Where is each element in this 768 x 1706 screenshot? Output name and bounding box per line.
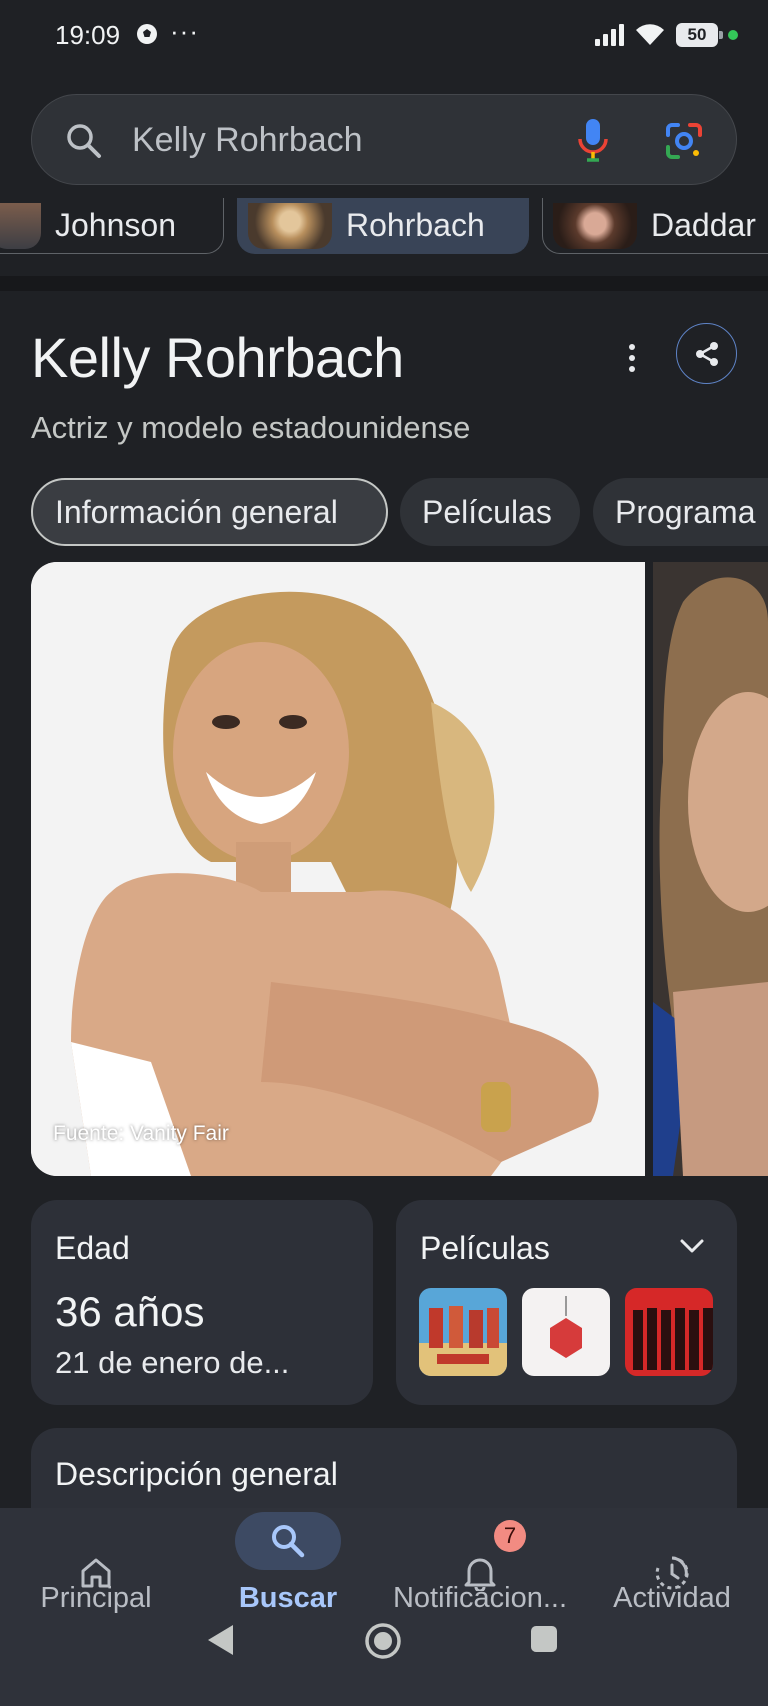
nav-label: Buscar — [238, 1582, 338, 1614]
google-lens-icon[interactable] — [664, 121, 704, 161]
share-button[interactable] — [676, 323, 737, 384]
more-options-icon[interactable] — [620, 340, 644, 376]
related-people-row: Johnson Rohrbach Daddar — [0, 198, 768, 258]
main-photo[interactable]: Fuente: Vanity Fair — [31, 562, 645, 1176]
share-icon — [695, 341, 718, 366]
person-thumbnail — [248, 202, 332, 249]
film-poster-2[interactable] — [522, 1288, 610, 1376]
battery-level: 50 — [687, 25, 707, 44]
related-person-chip[interactable]: Rohrbach — [237, 198, 529, 254]
nav-label: Actividad — [613, 1582, 731, 1614]
movie-poster-image — [419, 1288, 507, 1376]
soccer-ball-icon — [137, 24, 157, 44]
search-icon — [67, 124, 101, 158]
tab-label: Programa — [615, 493, 756, 530]
privacy-indicator-dot — [728, 30, 738, 40]
back-icon[interactable] — [205, 1622, 237, 1658]
portrait-illustration — [653, 562, 768, 1176]
search-bar[interactable]: Kelly Rohrbach — [31, 94, 737, 185]
related-person-name: Johnson — [55, 207, 176, 243]
person-thumbnail — [0, 202, 41, 249]
nav-label: Principal — [40, 1582, 152, 1614]
status-bar: 19:09 ··· 50 — [0, 0, 768, 70]
nav-label: Notificacion... — [392, 1582, 568, 1614]
wifi-icon — [636, 24, 664, 45]
panel-tabs: Información general Películas Programa — [0, 478, 768, 548]
tab-programas[interactable]: Programa — [593, 478, 768, 546]
tab-label: Películas — [422, 493, 552, 530]
related-person-name: Daddar — [651, 207, 756, 243]
age-value: 36 años — [55, 1288, 205, 1335]
portrait-illustration — [31, 562, 645, 1176]
page-subtitle: Actriz y modelo estadounidense — [31, 410, 471, 445]
battery-indicator: 50 — [676, 23, 723, 47]
related-person-chip[interactable]: Daddar — [542, 198, 768, 254]
person-thumbnail — [553, 202, 637, 249]
films-label: Películas — [420, 1230, 550, 1266]
page-title: Kelly Rohrbach — [31, 326, 404, 389]
notification-count-badge: 7 — [494, 1520, 526, 1552]
microphone-icon[interactable] — [577, 117, 609, 163]
nav-actividad[interactable]: Actividad — [576, 1508, 768, 1638]
related-person-chip[interactable]: Johnson — [0, 198, 224, 254]
home-button-icon[interactable] — [364, 1622, 402, 1660]
secondary-photo[interactable] — [653, 562, 768, 1176]
tab-peliculas[interactable]: Películas — [400, 478, 580, 546]
film-poster-baywatch[interactable] — [419, 1288, 507, 1376]
section-divider — [0, 276, 768, 291]
nav-notificaciones[interactable]: 7 Notificacion... — [384, 1508, 576, 1638]
overview-label: Descripción general — [55, 1456, 338, 1492]
status-time: 19:09 — [55, 20, 121, 50]
age-card[interactable]: Edad 36 años 21 de enero de... — [31, 1200, 373, 1405]
image-source-caption: Fuente: Vanity Fair — [53, 1122, 229, 1145]
nav-principal[interactable]: Principal — [0, 1508, 192, 1638]
signal-icon — [595, 24, 624, 46]
age-label: Edad — [55, 1230, 130, 1266]
recent-apps-icon[interactable] — [529, 1624, 559, 1654]
films-card[interactable]: Películas — [396, 1200, 737, 1405]
system-navigation-bar — [0, 1622, 768, 1706]
nav-buscar[interactable]: Buscar — [192, 1508, 384, 1638]
status-overflow: ··· — [170, 16, 199, 46]
related-person-name: Rohrbach — [346, 207, 485, 243]
movie-poster-image — [625, 1288, 713, 1376]
bottom-navigation: Principal Buscar 7 Notificacion... Activ… — [0, 1508, 768, 1706]
search-query[interactable]: Kelly Rohrbach — [132, 121, 363, 160]
google-app-screen: 19:09 ··· 50 Kelly Rohrbach Johnson Rohr… — [0, 0, 768, 1706]
chevron-down-icon[interactable] — [679, 1238, 705, 1254]
tab-informacion-general[interactable]: Información general — [31, 478, 388, 546]
film-poster-3[interactable] — [625, 1288, 713, 1376]
search-icon — [272, 1525, 305, 1558]
birth-date: 21 de enero de... — [55, 1345, 290, 1380]
movie-poster-image — [522, 1288, 610, 1376]
tab-label: Información general — [55, 493, 338, 530]
